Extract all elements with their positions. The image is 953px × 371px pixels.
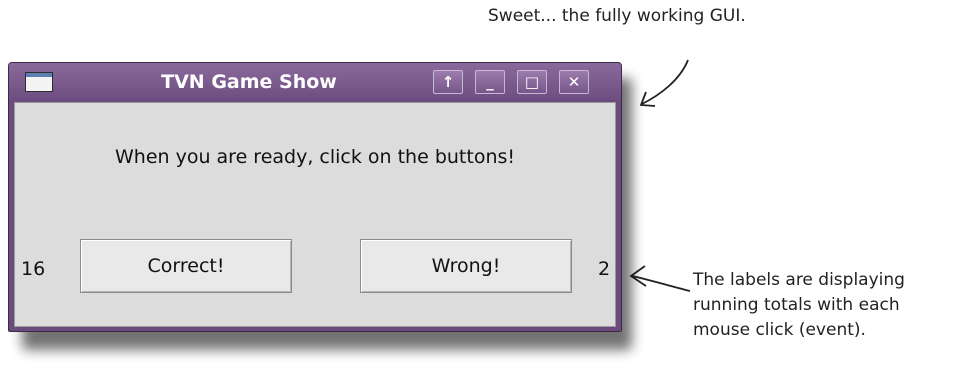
annotation-right-line: running totals with each xyxy=(693,295,900,315)
window-title: TVN Game Show xyxy=(161,71,337,93)
annotation-right: The labels are displaying running totals… xyxy=(693,268,953,343)
arrow-to-labels xyxy=(631,275,691,292)
app-window: TVN Game Show ↑ _ □ ✕ When you are ready… xyxy=(8,62,622,332)
correct-button[interactable]: Correct! xyxy=(80,239,292,293)
annotation-right-line: mouse click (event). xyxy=(693,320,866,340)
arrowhead-labels xyxy=(629,265,647,287)
annotation-right-line: The labels are displaying xyxy=(693,270,905,290)
correct-count-label: 16 xyxy=(21,258,46,280)
close-button[interactable]: ✕ xyxy=(559,70,589,94)
arrow-to-window-top xyxy=(641,59,689,105)
restore-up-button[interactable]: ↑ xyxy=(433,70,463,94)
arrowhead-window-top xyxy=(639,91,656,107)
minimize-button[interactable]: _ xyxy=(475,70,505,94)
wrong-count-label: 2 xyxy=(598,258,611,280)
annotation-top: Sweet... the fully working GUI. xyxy=(488,6,746,26)
window-client-area: When you are ready, click on the buttons… xyxy=(14,102,616,327)
window-app-icon[interactable] xyxy=(25,72,53,92)
instruction-label: When you are ready, click on the buttons… xyxy=(114,146,516,168)
wrong-button[interactable]: Wrong! xyxy=(360,239,572,293)
maximize-button[interactable]: □ xyxy=(517,70,547,94)
title-bar[interactable]: TVN Game Show ↑ _ □ ✕ xyxy=(9,63,621,101)
